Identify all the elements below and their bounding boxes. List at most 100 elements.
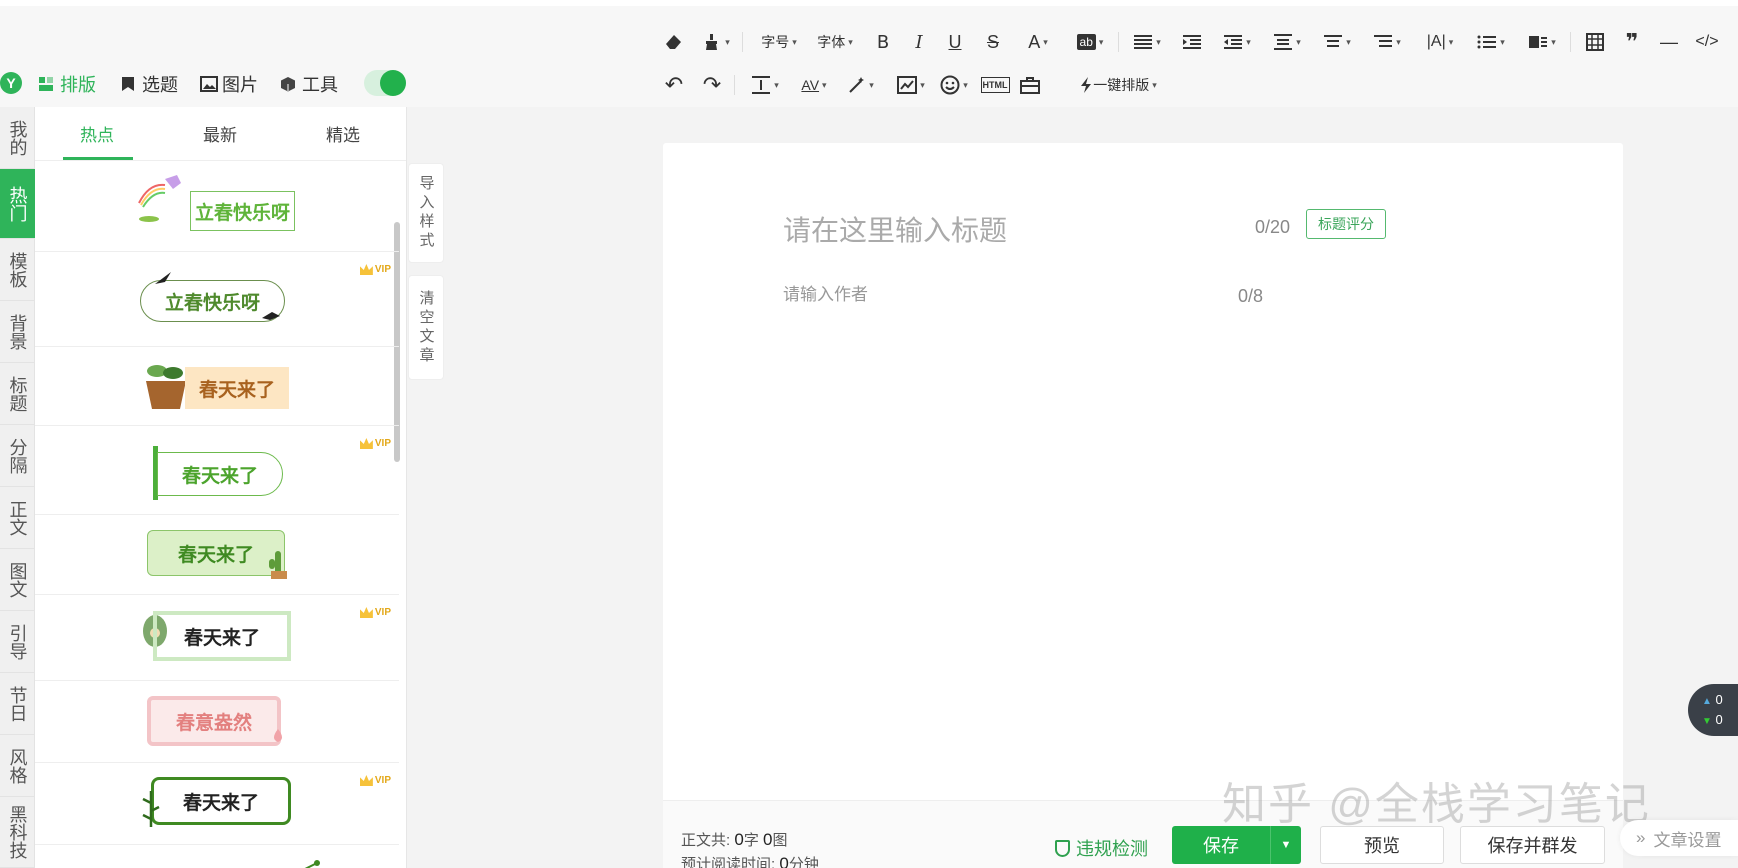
arrow-up-icon: ▲ <box>1702 696 1712 707</box>
emoji-dropdown[interactable]: ▾ <box>934 72 974 98</box>
category-tab-divider[interactable]: 分隔 <box>0 425 35 487</box>
font-color-dropdown[interactable]: A ▾ <box>1020 29 1056 55</box>
indent-icon[interactable] <box>1180 29 1204 55</box>
category-tab-body[interactable]: 正文 <box>0 487 35 549</box>
style-item[interactable]: 春天来了 <box>35 347 399 426</box>
nav-tab-images[interactable]: 图片 <box>200 72 258 96</box>
editor-canvas: 0/20 标题评分 0/8 <box>663 143 1623 868</box>
article-settings-button[interactable]: » 文章设置 <box>1620 820 1738 856</box>
style-item[interactable]: 春意盎然 <box>35 681 399 763</box>
app-logo[interactable]: Y <box>0 72 22 94</box>
vip-label: VIP <box>374 775 391 786</box>
horizontal-rule-icon[interactable]: — <box>1656 29 1682 55</box>
style-item[interactable] <box>35 845 399 868</box>
import-style-button[interactable]: 导入样式 <box>408 163 444 263</box>
category-tab-tech[interactable]: 黑科技 <box>0 797 35 868</box>
panel-tab-latest[interactable]: 最新 <box>203 121 237 146</box>
title-score-button[interactable]: 标题评分 <box>1306 209 1386 239</box>
read-time-unit: 分钟 <box>788 856 819 868</box>
style-item-label: 春天来了 <box>151 777 291 825</box>
nav-tab-topics[interactable]: 选题 <box>120 72 178 96</box>
font-size-dropdown[interactable]: 字号 ▾ <box>754 29 804 55</box>
plant-pot-icon <box>146 365 186 409</box>
html-label: HTML <box>980 77 1010 93</box>
bullet-list-dropdown[interactable]: ▾ <box>1472 29 1510 55</box>
category-tab-mine[interactable]: 我的 <box>0 107 35 169</box>
bold-button[interactable]: B <box>872 29 894 55</box>
nav-tab-label: 图片 <box>222 75 258 95</box>
style-item[interactable]: VIP 立春快乐呀 <box>35 252 399 347</box>
line-height-dropdown[interactable]: ▾ <box>1318 29 1356 55</box>
category-tab-festival[interactable]: 节日 <box>0 673 35 735</box>
author-input[interactable] <box>783 285 1183 305</box>
category-tab-hot[interactable]: 热门 <box>0 169 35 239</box>
toolbar-divider <box>742 32 743 52</box>
title-input[interactable] <box>783 215 1223 247</box>
violation-check-button[interactable]: 违规检测 <box>1055 835 1148 861</box>
panel-tab-featured[interactable]: 精选 <box>326 121 360 146</box>
lotus-icon <box>274 729 282 742</box>
font-family-dropdown[interactable]: 字体 ▾ <box>812 29 858 55</box>
one-click-label: 一键排版 <box>1093 77 1150 93</box>
letter-spacing-dropdown[interactable]: |A| ▾ <box>1420 29 1460 55</box>
crown-icon <box>359 438 373 449</box>
crown-icon <box>359 607 373 618</box>
one-click-layout-dropdown[interactable]: 一键排版 ▾ <box>1068 72 1168 98</box>
html-icon[interactable]: HTML <box>980 72 1010 98</box>
branch-icon <box>304 860 320 868</box>
chart-dropdown[interactable]: ▾ <box>892 72 930 98</box>
style-item-label: 春天来了 <box>153 611 291 661</box>
strikethrough-button[interactable]: S <box>982 29 1004 55</box>
block-style-dropdown[interactable]: ▾ <box>1522 29 1562 55</box>
vip-label: VIP <box>374 264 391 275</box>
style-item[interactable]: VIP 春天来了 <box>35 426 399 515</box>
toolbar-divider <box>734 75 735 95</box>
font-color-label: A <box>1028 31 1041 52</box>
code-icon[interactable]: </> <box>1692 29 1722 55</box>
italic-button[interactable]: I <box>908 29 930 55</box>
style-item[interactable]: VIP 春天来了 <box>35 595 399 681</box>
background-color-dropdown[interactable]: ab ▾ <box>1070 29 1110 55</box>
char-unit: 字 <box>743 832 759 849</box>
category-tab-image-text[interactable]: 图文 <box>0 549 35 611</box>
outdent-dropdown[interactable]: ▾ <box>1218 29 1256 55</box>
style-item[interactable]: 春天来了 <box>35 515 399 595</box>
bamboo-icon <box>142 791 160 827</box>
letter-spacing-av-dropdown[interactable]: AV ▾ <box>794 72 834 98</box>
eraser-icon[interactable] <box>662 29 686 55</box>
style-item[interactable]: 立春快乐呀 <box>35 161 399 252</box>
panel-tab-hot[interactable]: 热点 <box>80 121 114 146</box>
undo-icon[interactable]: ↶ <box>662 72 686 98</box>
style-item[interactable]: VIP 春天来了 <box>35 763 399 845</box>
category-tab-background[interactable]: 背景 <box>0 301 35 363</box>
toolbox-icon[interactable] <box>1018 72 1042 98</box>
floating-stats-widget[interactable]: ▲ 0 ▼ 0 <box>1688 684 1738 736</box>
body-label: 正文共: <box>681 832 731 849</box>
mode-toggle[interactable] <box>364 70 406 96</box>
arrow-down-icon: ▼ <box>1702 716 1712 727</box>
cactus-icon <box>269 551 287 579</box>
quote-icon[interactable]: ❞ <box>1620 29 1644 55</box>
clear-article-button[interactable]: 清空文章 <box>408 275 444 380</box>
down-value: 0 <box>1715 712 1723 727</box>
vip-badge: VIP <box>359 438 391 449</box>
nav-tab-layout[interactable]: 排版 <box>38 72 96 96</box>
category-tab-template[interactable]: 模板 <box>0 239 35 301</box>
nav-tab-tools[interactable]: 工具 <box>280 72 338 96</box>
nav-tab-label: 排版 <box>60 75 96 95</box>
format-brush-icon[interactable]: ▾ <box>702 29 732 55</box>
align-dropdown[interactable]: ▾ <box>1128 29 1166 55</box>
underline-button[interactable]: U <box>944 29 966 55</box>
paragraph-spacing-dropdown[interactable]: ▾ <box>1268 29 1306 55</box>
category-tab-guide[interactable]: 引导 <box>0 611 35 673</box>
title-char-count: 0/20 <box>1255 217 1291 237</box>
double-chevron-icon: » <box>1636 828 1646 847</box>
table-icon[interactable] <box>1583 29 1607 55</box>
list-spacing-dropdown[interactable]: ▾ <box>1368 29 1406 55</box>
word-count-stat: 正文共: 0字 0图 <box>681 829 787 850</box>
category-tab-style[interactable]: 风格 <box>0 735 35 797</box>
magic-wand-dropdown[interactable]: ▾ <box>842 72 880 98</box>
vertical-spacing-dropdown[interactable]: ▾ <box>746 72 784 98</box>
category-tab-title[interactable]: 标题 <box>0 363 35 425</box>
redo-icon[interactable]: ↷ <box>700 72 724 98</box>
